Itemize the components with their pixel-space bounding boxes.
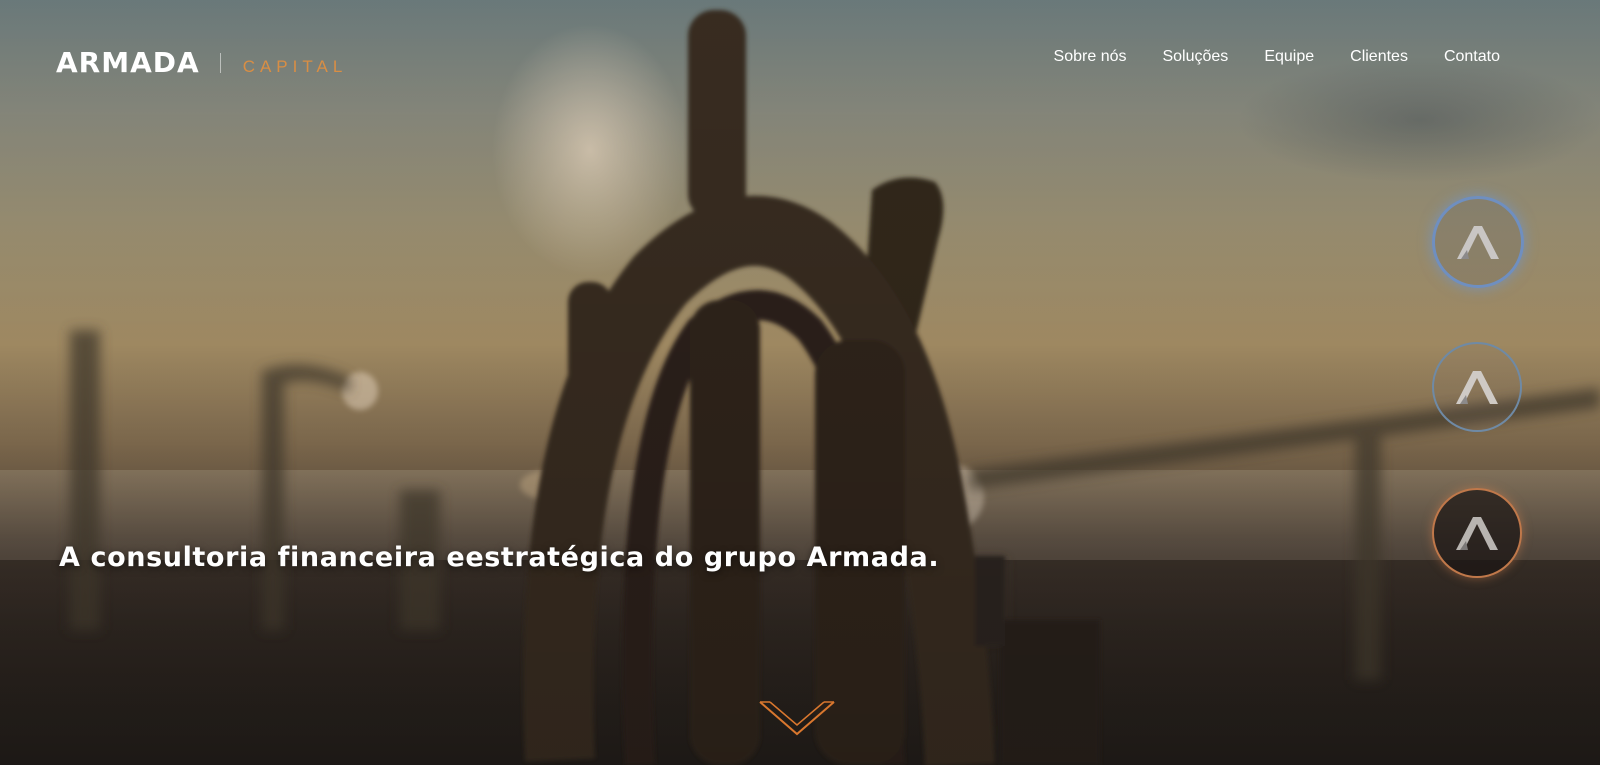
logo-subtitle: CAPITAL [242,57,348,76]
slide-dot-2[interactable] [1432,342,1522,432]
armada-chevron-up-icon [1456,517,1498,550]
scroll-down-button[interactable] [758,698,836,738]
hero-background [0,0,1600,765]
armada-chevron-up-icon [1456,371,1498,404]
nav-equipe[interactable]: Equipe [1264,48,1314,66]
logo-wordmark: ARMADA [56,46,200,79]
nav-solucoes[interactable]: Soluções [1162,48,1228,66]
dark-overlay [0,0,1600,765]
slide-dot-3[interactable] [1432,488,1522,578]
slide-dot-1[interactable] [1432,196,1524,288]
main-nav: Sobre nós Soluções Equipe Clientes Conta… [1054,48,1500,66]
logo-divider [219,52,221,73]
nav-sobre-nos[interactable]: Sobre nós [1054,48,1127,66]
armada-chevron-up-icon [1457,226,1499,259]
nav-contato[interactable]: Contato [1444,48,1500,66]
hero-tagline: A consultoria financeira eestratégica do… [59,542,940,573]
chevron-down-icon [759,701,835,736]
nav-clientes[interactable]: Clientes [1350,48,1408,66]
brand-logo[interactable]: ARMADA CAPITAL [56,46,347,79]
